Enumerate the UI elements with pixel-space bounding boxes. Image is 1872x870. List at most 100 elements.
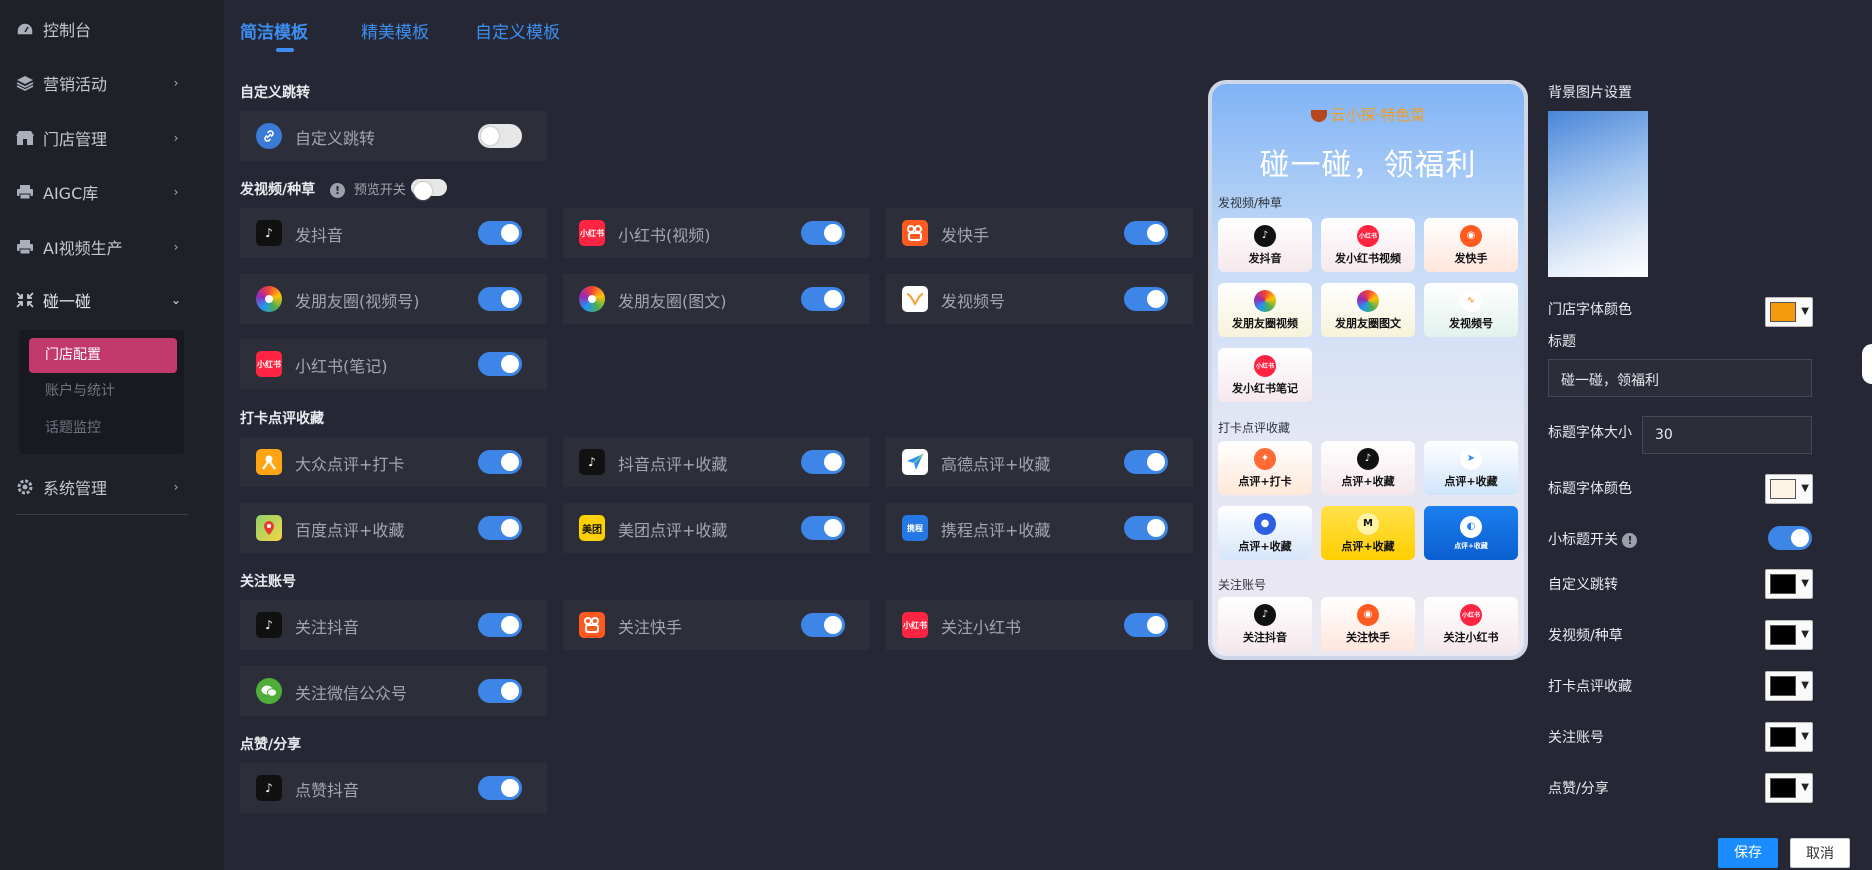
moments-aperture-icon bbox=[579, 286, 605, 312]
douyin-icon: ♪ bbox=[1254, 224, 1276, 247]
custom-jump-color-picker[interactable]: ▼ bbox=[1765, 569, 1813, 599]
tile-label: 发小红书视频 bbox=[1335, 251, 1401, 265]
preview-tile[interactable]: ∿ 发视频号 bbox=[1424, 283, 1518, 337]
preview-tile[interactable]: 发朋友圈图文 bbox=[1321, 283, 1415, 337]
meituan-toggle[interactable] bbox=[801, 516, 845, 540]
xhs-note-toggle[interactable] bbox=[478, 352, 522, 376]
preview-tile[interactable]: ✦ 点评+打卡 bbox=[1218, 441, 1312, 495]
checkin-color-picker[interactable]: ▼ bbox=[1765, 671, 1813, 701]
tile-label: 发小红书笔记 bbox=[1232, 381, 1298, 395]
like-douyin-toggle[interactable] bbox=[478, 776, 522, 800]
xiaohongshu-icon: 小红书 bbox=[256, 351, 282, 377]
preview-tile[interactable]: M 点评+收藏 bbox=[1321, 506, 1415, 560]
option-label: 美团点评+收藏 bbox=[618, 521, 728, 540]
baidu-toggle[interactable] bbox=[478, 516, 522, 540]
color-swatch bbox=[1770, 676, 1796, 696]
douyin-toggle[interactable] bbox=[478, 221, 522, 245]
preview-tile[interactable]: 小红书 关注小红书 bbox=[1424, 597, 1518, 651]
option-card-ctrip: 携程 携程点评+收藏 bbox=[886, 503, 1193, 553]
preview-tile[interactable]: 小红书 发小红书视频 bbox=[1321, 218, 1415, 272]
preview-switch-toggle[interactable] bbox=[411, 179, 447, 200]
title-font-color-picker[interactable]: ▼ bbox=[1765, 474, 1813, 504]
douyin-icon: ♪ bbox=[256, 220, 282, 246]
section-title-text: 发视频/种草 bbox=[240, 182, 316, 198]
preview-tile[interactable]: ◉ 关注快手 bbox=[1321, 597, 1415, 651]
tab-custom-template[interactable]: 自定义模板 bbox=[475, 18, 560, 43]
option-card-moments-video: 发朋友圈(视频号) bbox=[240, 274, 547, 324]
custom-jump-toggle[interactable] bbox=[478, 124, 522, 148]
dianping-toggle[interactable] bbox=[478, 450, 522, 474]
title-size-input[interactable]: 30 bbox=[1642, 416, 1812, 454]
moments-video-toggle[interactable] bbox=[478, 287, 522, 311]
title-input[interactable]: 碰一碰，领福利 bbox=[1548, 359, 1812, 397]
store-font-color-picker[interactable]: ▼ bbox=[1765, 297, 1813, 327]
douyin-icon: ♪ bbox=[1357, 447, 1379, 470]
follow-color-picker[interactable]: ▼ bbox=[1765, 722, 1813, 752]
kuaishou-toggle[interactable] bbox=[1124, 221, 1168, 245]
option-card-kuaishou: 发快手 bbox=[886, 208, 1193, 258]
active-tab-indicator bbox=[276, 48, 294, 52]
sidebar-item-label: 控制台 bbox=[43, 21, 92, 40]
preview-tile[interactable]: ♪ 点评+收藏 bbox=[1321, 441, 1415, 495]
scroll-handle[interactable] bbox=[1862, 344, 1872, 384]
submenu-item-account-stats[interactable]: 账户与统计 bbox=[29, 374, 177, 409]
option-label: 携程点评+收藏 bbox=[941, 521, 1051, 540]
video-color-picker[interactable]: ▼ bbox=[1765, 620, 1813, 650]
option-card-dianping: 大众点评+打卡 bbox=[240, 437, 547, 487]
option-label: 点赞抖音 bbox=[295, 781, 360, 800]
preview-tile[interactable]: ◐ 点评+收藏 bbox=[1424, 506, 1518, 560]
background-image-thumbnail[interactable] bbox=[1548, 111, 1648, 277]
option-label: 小红书(视频) bbox=[618, 226, 711, 245]
preview-tile[interactable]: ♪ 关注抖音 bbox=[1218, 597, 1312, 651]
preview-tile[interactable]: ● 点评+收藏 bbox=[1218, 506, 1312, 560]
cancel-button[interactable]: 取消 bbox=[1790, 838, 1850, 868]
sidebar-item-system[interactable]: 系统管理 › bbox=[0, 460, 224, 514]
douyin-review-toggle[interactable] bbox=[801, 450, 845, 474]
follow-wechat-toggle[interactable] bbox=[478, 679, 522, 703]
chevron-right-icon: › bbox=[173, 480, 179, 494]
info-icon[interactable]: ! bbox=[1622, 532, 1638, 548]
tab-fine-template[interactable]: 精美模板 bbox=[361, 18, 429, 43]
follow-douyin-toggle[interactable] bbox=[478, 613, 522, 637]
moments-image-toggle[interactable] bbox=[801, 287, 845, 311]
color-label-custom-jump: 自定义跳转 bbox=[1548, 577, 1618, 593]
submenu-item-topic-monitor[interactable]: 话题监控 bbox=[29, 411, 177, 446]
sidebar-item-ai-video[interactable]: AI视频生产 › bbox=[0, 220, 224, 274]
amap-toggle[interactable] bbox=[1124, 450, 1168, 474]
color-label-checkin: 打卡点评收藏 bbox=[1548, 679, 1632, 695]
option-label: 发视频号 bbox=[941, 292, 1006, 311]
tile-label: 发抖音 bbox=[1248, 251, 1282, 265]
preview-tile[interactable]: 小红书 发小红书笔记 bbox=[1218, 348, 1312, 402]
info-icon[interactable]: ! bbox=[330, 182, 345, 198]
follow-xhs-toggle[interactable] bbox=[1124, 613, 1168, 637]
subtitle-switch-toggle[interactable] bbox=[1768, 526, 1812, 550]
sidebar: 控制台 营销活动 › 门店管理 › AIGC库 › AI视频生产 › 碰一碰 ⌄… bbox=[0, 0, 224, 870]
option-card-amap: 高德点评+收藏 bbox=[886, 437, 1193, 487]
save-button[interactable]: 保存 bbox=[1718, 838, 1778, 868]
caret-down-icon: ▼ bbox=[1801, 629, 1809, 640]
amap-plane-icon: ➤ bbox=[1460, 447, 1482, 470]
like-color-picker[interactable]: ▼ bbox=[1765, 773, 1813, 803]
channels-toggle[interactable] bbox=[1124, 287, 1168, 311]
sidebar-item-marketing[interactable]: 营销活动 › bbox=[0, 56, 224, 110]
preview-tile[interactable]: ♪ 发抖音 bbox=[1218, 218, 1312, 272]
ctrip-toggle[interactable] bbox=[1124, 516, 1168, 540]
moments-aperture-icon bbox=[256, 286, 282, 312]
preview-tile[interactable]: 发朋友圈视频 bbox=[1218, 283, 1312, 337]
color-swatch bbox=[1770, 574, 1796, 594]
preview-tile[interactable]: ➤ 点评+收藏 bbox=[1424, 441, 1518, 495]
sidebar-item-dashboard[interactable]: 控制台 bbox=[0, 2, 224, 56]
sidebar-item-touch[interactable]: 碰一碰 ⌄ bbox=[0, 273, 224, 327]
sidebar-item-label: AIGC库 bbox=[43, 184, 99, 203]
follow-kuaishou-toggle[interactable] bbox=[801, 613, 845, 637]
tab-simple-template[interactable]: 简洁模板 bbox=[240, 18, 308, 43]
sidebar-item-aigc[interactable]: AIGC库 › bbox=[0, 165, 224, 219]
sidebar-item-label: 碰一碰 bbox=[43, 292, 92, 311]
caret-down-icon: ▼ bbox=[1801, 782, 1809, 793]
kuaishou-icon bbox=[579, 612, 605, 638]
section-title-video: 发视频/种草 ! 预览开关 bbox=[240, 179, 406, 199]
xhs-video-toggle[interactable] bbox=[801, 221, 845, 245]
submenu-item-store-config[interactable]: 门店配置 bbox=[29, 338, 177, 373]
preview-tile[interactable]: ◉ 发快手 bbox=[1424, 218, 1518, 272]
sidebar-item-store[interactable]: 门店管理 › bbox=[0, 111, 224, 165]
